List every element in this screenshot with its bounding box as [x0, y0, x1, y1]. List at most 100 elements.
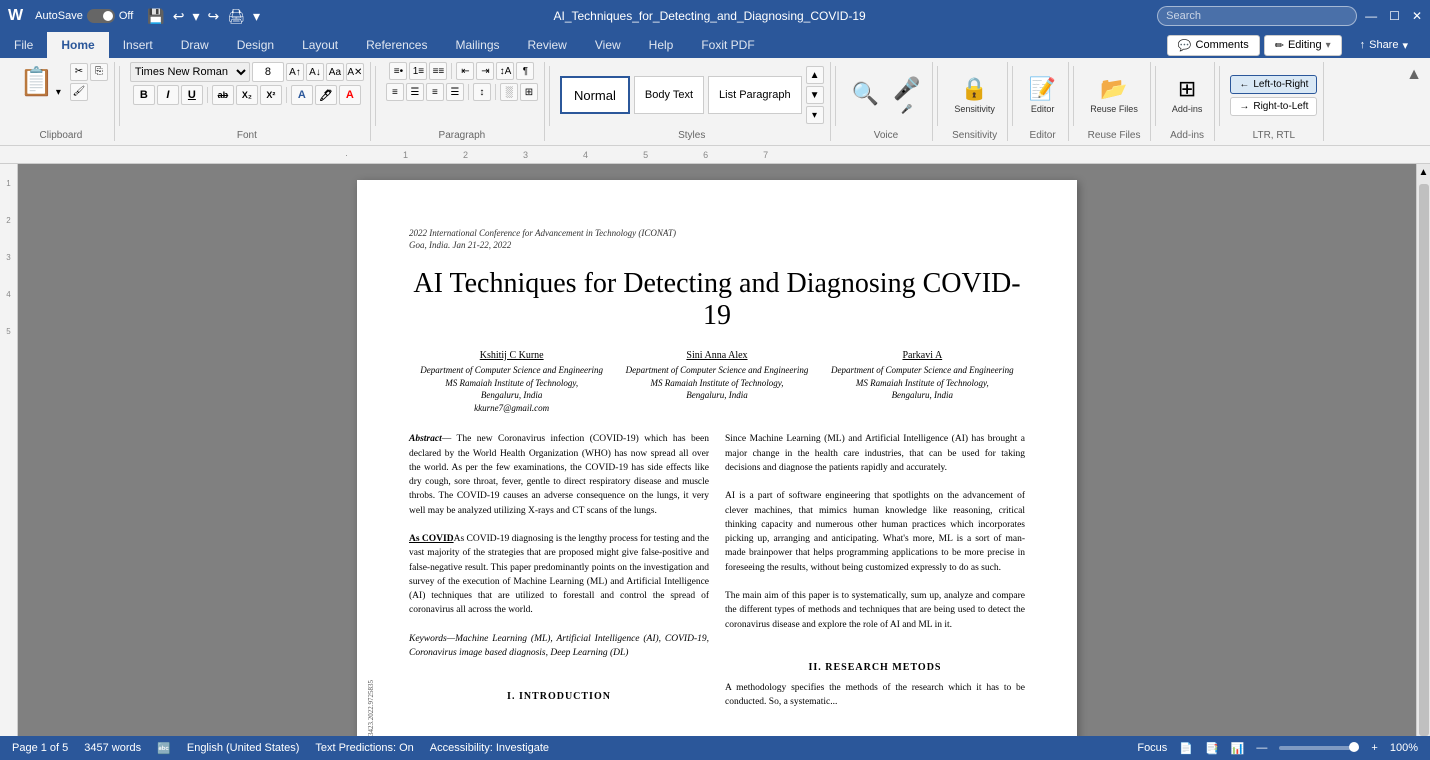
subscript-button[interactable]: X₂ [236, 85, 258, 105]
dictate-button[interactable]: 🎤 🎤 [887, 72, 926, 119]
line-spacing-button[interactable]: ↕ [473, 83, 491, 101]
style-body-text[interactable]: Body Text [634, 76, 704, 114]
bullets-button[interactable]: ≡• [389, 62, 407, 80]
share-button[interactable]: ↑ Share ▾ [1346, 35, 1422, 56]
language-info[interactable]: English (United States) [187, 742, 300, 754]
microphone-icon: 🎤 [893, 76, 920, 102]
superscript-button[interactable]: X² [260, 85, 282, 105]
tab-mailings[interactable]: Mailings [441, 32, 513, 58]
focus-button[interactable]: Focus [1137, 742, 1167, 754]
italic-button[interactable]: I [157, 85, 179, 105]
cut-icon[interactable]: ✂ [70, 63, 88, 81]
style-normal[interactable]: Normal [560, 76, 630, 114]
autosave-toggle[interactable] [87, 9, 115, 23]
underline-button[interactable]: U [181, 85, 203, 105]
reuse-files-group: 📂 Reuse Files Reuse Files [1078, 62, 1151, 141]
borders-button[interactable]: ⊞ [520, 83, 538, 101]
sort-button[interactable]: ↕A [496, 62, 514, 80]
add-ins-button[interactable]: ⊞ Add-ins [1166, 72, 1209, 118]
reuse-files-button[interactable]: 📂 Reuse Files [1084, 72, 1144, 118]
tab-file[interactable]: File [0, 32, 47, 58]
zoom-level: 100% [1390, 742, 1418, 754]
font-color-button[interactable]: A [339, 85, 361, 105]
align-left-button[interactable]: ≡ [386, 83, 404, 101]
styles-more-icon[interactable]: ▾ [806, 106, 824, 124]
shading-button[interactable]: ░ [500, 83, 518, 101]
view-print-icon[interactable]: 📄 [1179, 742, 1193, 755]
save-icon[interactable]: 💾 [145, 6, 166, 27]
title-search-input[interactable] [1157, 6, 1357, 26]
styles-down-icon[interactable]: ▼ [806, 86, 824, 104]
decrease-indent-button[interactable]: ⇤ [456, 62, 474, 80]
left-column: Abstract— The new Coronavirus infection … [409, 432, 709, 709]
format-painter-icon[interactable]: 🖌 [70, 83, 88, 101]
redo-icon[interactable]: ↪ [206, 6, 222, 27]
word-app-icon: W [8, 7, 23, 25]
clear-formatting-button[interactable]: A✕ [346, 63, 364, 81]
sensitivity-button[interactable]: 🔒 Sensitivity [948, 72, 1001, 118]
tab-insert[interactable]: Insert [109, 32, 167, 58]
styles-up-icon[interactable]: ▲ [806, 66, 824, 84]
document-title: AI Techniques for Detecting and Diagnosi… [409, 268, 1025, 332]
tab-design[interactable]: Design [223, 32, 288, 58]
right-to-left-button[interactable]: → Right-to-Left [1230, 97, 1317, 116]
copy-icon[interactable]: ⎘ [90, 63, 108, 81]
style-list-paragraph[interactable]: List Paragraph [708, 76, 802, 114]
font-shrink-button[interactable]: A↓ [306, 63, 324, 81]
editing-button[interactable]: ✏ Editing ▾ [1264, 35, 1342, 56]
tab-home[interactable]: Home [47, 32, 108, 58]
paste-button[interactable]: 📋 ▾ [14, 62, 66, 101]
align-right-button[interactable]: ≡ [426, 83, 444, 101]
zoom-out-button[interactable]: — [1256, 742, 1267, 754]
tab-layout[interactable]: Layout [288, 32, 352, 58]
undo-dropdown-icon[interactable]: ▾ [190, 6, 201, 27]
customize-icon[interactable]: ▾ [251, 6, 262, 27]
editor-icon: 📝 [1029, 76, 1056, 102]
ribbon-collapse-button[interactable]: ▲ [1406, 66, 1422, 84]
increase-indent-button[interactable]: ⇥ [476, 62, 494, 80]
scroll-up-button[interactable]: ▲ [1416, 164, 1430, 181]
bold-button[interactable]: B [133, 85, 155, 105]
tab-review[interactable]: Review [514, 32, 581, 58]
view-read-icon[interactable]: 📊 [1231, 742, 1245, 755]
view-web-icon[interactable]: 📑 [1205, 742, 1219, 755]
proofing-icon[interactable]: 🔤 [157, 742, 171, 755]
numbering-button[interactable]: 1≡ [409, 62, 427, 80]
maximize-button[interactable]: ☐ [1389, 9, 1400, 23]
undo-icon[interactable]: ↩ [171, 6, 187, 27]
strikethrough-button[interactable]: ab [212, 85, 234, 105]
font-size-input[interactable] [252, 62, 284, 82]
left-to-right-button[interactable]: ← Left-to-Right [1230, 75, 1317, 94]
search-button[interactable]: 🔍 [846, 77, 885, 113]
close-button[interactable]: ✕ [1412, 9, 1422, 23]
tab-draw[interactable]: Draw [167, 32, 223, 58]
editor-button[interactable]: 📝 Editor [1023, 72, 1062, 118]
tab-references[interactable]: References [352, 32, 441, 58]
separator-9 [1219, 66, 1220, 126]
multilevel-button[interactable]: ≡≡ [429, 62, 447, 80]
scroll-thumb[interactable] [1419, 184, 1429, 736]
document-area[interactable]: ↓ 2022 International Conference for Adva… [18, 164, 1416, 756]
doc-title: AI_Techniques_for_Detecting_and_Diagnosi… [270, 9, 1149, 23]
comments-button[interactable]: 💬 Comments [1167, 35, 1260, 56]
accessibility-status[interactable]: Accessibility: Investigate [430, 742, 549, 754]
zoom-slider[interactable] [1279, 746, 1359, 750]
tab-foxit[interactable]: Foxit PDF [687, 32, 768, 58]
minimize-button[interactable]: — [1365, 9, 1377, 23]
editor-group: 📝 Editor Editor [1017, 62, 1069, 141]
align-center-button[interactable]: ☰ [406, 83, 424, 101]
highlight-button[interactable]: 🖊 [315, 85, 337, 105]
ltr-rtl-options: ← Left-to-Right → Right-to-Left [1230, 75, 1317, 116]
font-grow-button[interactable]: A↑ [286, 63, 304, 81]
vertical-scrollbar[interactable]: ▲ ▼ [1416, 164, 1430, 756]
zoom-in-button[interactable]: + [1371, 742, 1377, 754]
search-icon: 🔍 [852, 81, 879, 107]
tab-view[interactable]: View [581, 32, 635, 58]
print-icon[interactable]: 🖨 [225, 6, 247, 27]
justify-button[interactable]: ☰ [446, 83, 464, 101]
show-paragraph-button[interactable]: ¶ [516, 62, 534, 80]
font-name-select[interactable]: Times New Roman [130, 62, 250, 82]
font-case-button[interactable]: Aa [326, 63, 344, 81]
text-effects-button[interactable]: A [291, 85, 313, 105]
tab-help[interactable]: Help [635, 32, 688, 58]
